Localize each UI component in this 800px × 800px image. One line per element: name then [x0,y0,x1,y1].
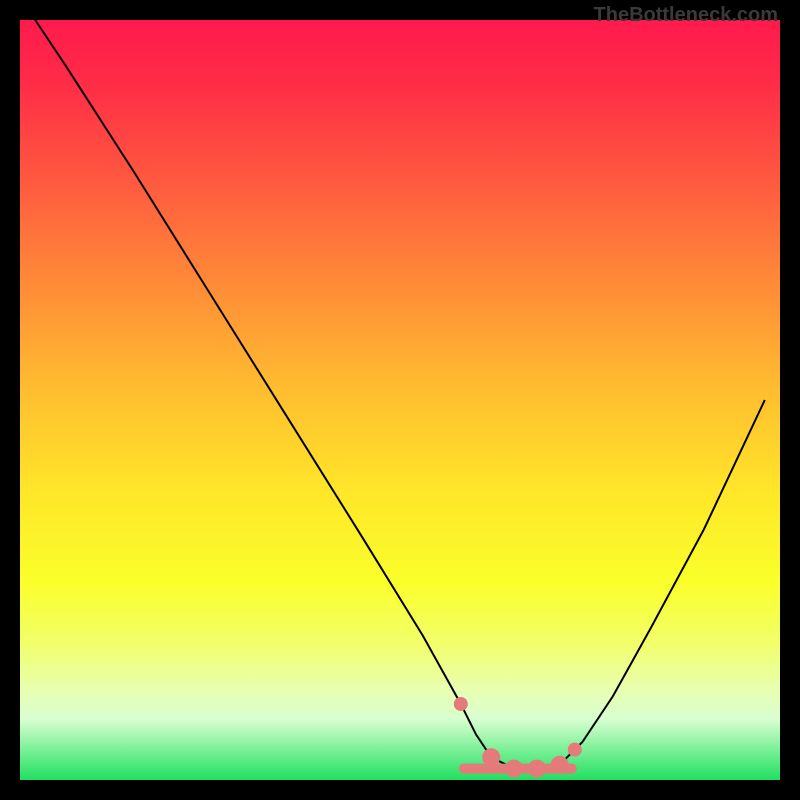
sweet-spot-markers [454,697,582,778]
bottleneck-curve-path [35,20,765,769]
sweet-spot-marker [505,760,523,778]
chart-overlay-svg [20,20,780,780]
attribution-text: TheBottleneck.com [594,4,778,27]
sweet-spot-marker [454,697,468,711]
chart-container [20,20,780,780]
sweet-spot-marker [551,756,569,774]
sweet-spot-marker [528,760,546,778]
sweet-spot-marker [482,748,500,766]
sweet-spot-marker [568,743,582,757]
